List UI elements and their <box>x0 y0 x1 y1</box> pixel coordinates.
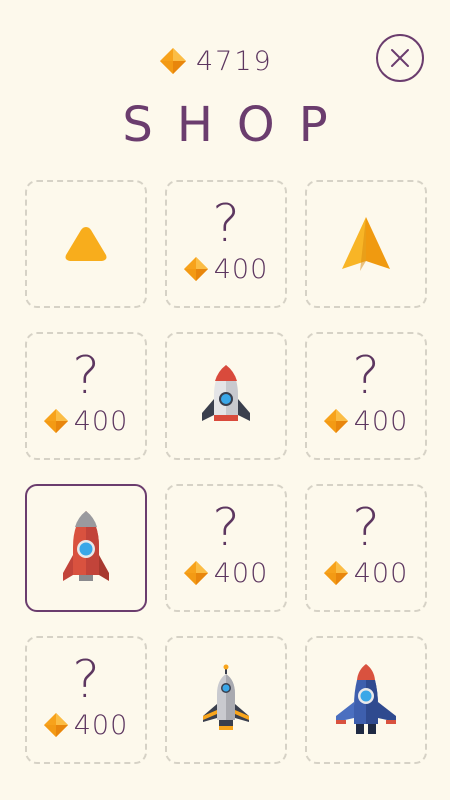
diamond-icon <box>183 561 208 585</box>
diamond-icon <box>183 257 208 281</box>
shop-item-locked[interactable]: ? 400 <box>165 180 287 308</box>
mystery-label: ? <box>212 497 240 558</box>
price-tag: 400 <box>43 405 129 437</box>
grey-shuttle-icon <box>201 664 251 736</box>
shop-item-locked[interactable]: ? 400 <box>305 484 427 612</box>
shop-item-blue-jet[interactable] <box>305 636 427 764</box>
blue-jet-icon <box>334 662 398 738</box>
price-tag: 400 <box>43 709 129 741</box>
price-value: 400 <box>213 253 269 285</box>
currency-counter: 4719 <box>160 44 273 78</box>
price-tag: 400 <box>323 557 409 589</box>
diamond-icon <box>323 561 348 585</box>
diamond-icon <box>323 409 348 433</box>
mystery-label: ? <box>352 345 380 406</box>
diamond-icon <box>43 713 68 737</box>
close-icon <box>390 48 410 68</box>
mystery-label: ? <box>212 193 240 254</box>
price-value: 400 <box>73 709 129 741</box>
shop-item-locked[interactable]: ? 400 <box>25 636 147 764</box>
mystery-label: ? <box>72 649 100 710</box>
price-value: 400 <box>213 557 269 589</box>
shop-item-locked[interactable]: ? 400 <box>165 484 287 612</box>
shop-item-small-rocket[interactable] <box>165 332 287 460</box>
close-button[interactable] <box>376 34 424 82</box>
price-value: 400 <box>353 405 409 437</box>
shop-grid: ? 400 ? 400 ? 400 ? 400 ? 400 ? 400 <box>25 180 427 770</box>
diamond-icon <box>160 48 186 74</box>
small-rocket-icon <box>198 363 254 429</box>
mystery-label: ? <box>72 345 100 406</box>
shop-item-locked[interactable]: ? 400 <box>25 332 147 460</box>
price-tag: 400 <box>323 405 409 437</box>
shop-item-grey-shuttle[interactable] <box>165 636 287 764</box>
paper-plane-icon <box>340 215 392 273</box>
price-tag: 400 <box>183 253 269 285</box>
price-value: 400 <box>353 557 409 589</box>
diamond-icon <box>43 409 68 433</box>
price-tag: 400 <box>183 557 269 589</box>
shop-item-locked[interactable]: ? 400 <box>305 332 427 460</box>
shop-item-triangle[interactable] <box>25 180 147 308</box>
price-value: 400 <box>73 405 129 437</box>
triangle-ship-icon <box>63 224 109 264</box>
shop-item-red-rocket-selected[interactable] <box>25 484 147 612</box>
shop-item-paper-plane[interactable] <box>305 180 427 308</box>
mystery-label: ? <box>352 497 380 558</box>
red-rocket-icon <box>61 509 111 587</box>
page-title: SHOP <box>122 97 352 153</box>
gem-count: 4719 <box>196 45 273 77</box>
